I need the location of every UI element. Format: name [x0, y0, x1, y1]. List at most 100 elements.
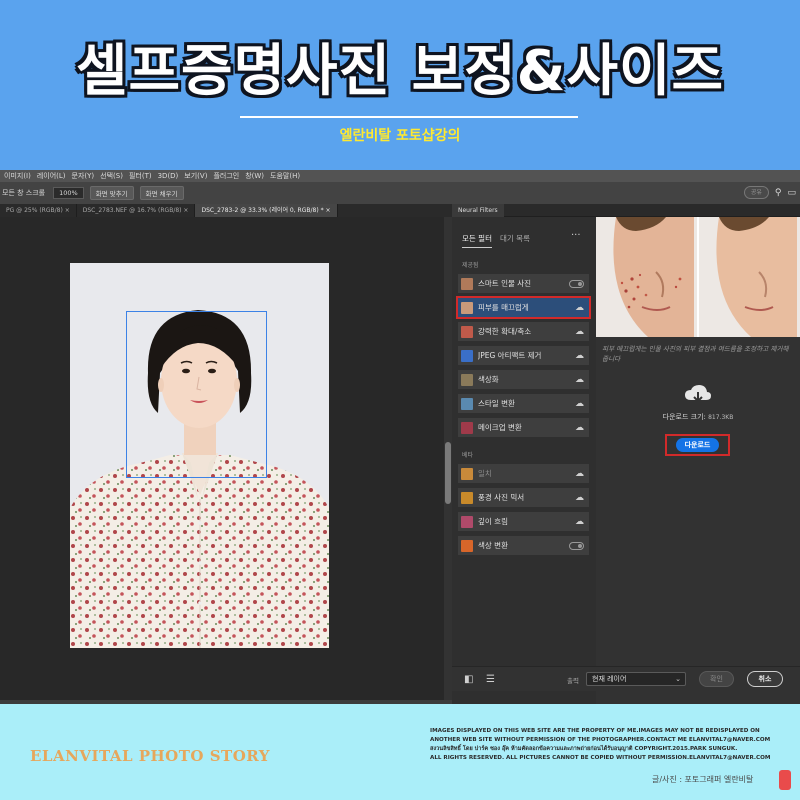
close-icon[interactable]: ×: [326, 207, 331, 214]
cloud-download-icon[interactable]: ☁: [575, 469, 584, 479]
zoom-percent-field[interactable]: 100%: [53, 187, 84, 199]
filter-list: 모든 필터 대기 목록 ··· 제공됨 스마트 인물 사진 피부를 매끄럽게 ☁…: [452, 217, 596, 704]
canvas-scroll-thumb[interactable]: [445, 442, 451, 504]
menu-type[interactable]: 문자(Y): [72, 170, 95, 182]
filter-item-label: 깊이 흐림: [478, 517, 508, 526]
fit-screen-button[interactable]: 화면 맞추기: [89, 186, 134, 200]
selection-rectangle[interactable]: [126, 311, 267, 478]
options-bar: 모든 창 스크롤 100% 화면 맞추기 화면 채우기 공유 ⚲ ▭: [0, 182, 800, 204]
filter-item-jpeg-artifacts[interactable]: JPEG 아티팩트 제거 ☁: [458, 346, 589, 365]
filter-description: 피부 매끄럽게는 인물 사진의 피부 결점과 여드름을 조정하고 제거해 줍니다: [602, 345, 789, 363]
cloud-download-icon[interactable]: ☁: [575, 327, 584, 337]
smart-portrait-icon: [461, 277, 473, 290]
filter-detail: 피부 매끄럽게는 인물 사진의 피부 결점과 여드름을 조정하고 제거해 줍니다…: [596, 217, 800, 704]
filter-item-label: JPEG 아티팩트 제거: [478, 351, 542, 360]
scroll-all-windows-option[interactable]: 모든 창 스크롤: [2, 188, 45, 198]
menu-plugins[interactable]: 플러그인: [213, 170, 239, 182]
download-size-label: 다운로드 크기:: [662, 413, 706, 421]
copyright-line: IMAGES DISPLAYED ON THIS WEB SITE ARE TH…: [430, 728, 760, 734]
copyright-notice: IMAGES DISPLAYED ON THIS WEB SITE ARE TH…: [430, 727, 798, 763]
output-select[interactable]: 현재 레이어 ⌄: [586, 672, 686, 686]
more-icon[interactable]: ···: [571, 230, 581, 241]
output-label: 출력: [567, 677, 579, 685]
download-button[interactable]: 다운로드: [675, 438, 720, 452]
landscape-mixer-icon: [461, 491, 473, 504]
fill-screen-button[interactable]: 화면 채우기: [139, 186, 184, 200]
search-icon[interactable]: ⚲: [775, 188, 782, 198]
filter-item-super-zoom[interactable]: 강력한 확대/축소 ☁: [458, 322, 589, 341]
workspace-icon[interactable]: ▭: [787, 188, 796, 198]
cloud-download-icon[interactable]: ☁: [575, 517, 584, 527]
cloud-download-icon[interactable]: ☁: [575, 423, 584, 433]
filter-item-style-transfer[interactable]: 스타일 변환 ☁: [458, 394, 589, 413]
tab-all-filters[interactable]: 모든 필터: [462, 233, 492, 248]
depth-blur-icon: [461, 515, 473, 528]
color-transfer-icon: [461, 539, 473, 552]
output-select-value: 현재 레이어: [592, 675, 627, 683]
filter-item-label: 색상화: [478, 375, 499, 384]
filter-tabs: 모든 필터 대기 목록: [462, 233, 530, 248]
filter-item-makeup-transfer[interactable]: 메이크업 변환 ☁: [458, 418, 589, 437]
download-size-value: 817.3KB: [708, 414, 734, 421]
cloud-download-icon[interactable]: ☁: [575, 399, 584, 409]
filter-item-smart-portrait[interactable]: 스마트 인물 사진: [458, 274, 589, 293]
skin-smoothing-icon: [461, 301, 473, 314]
tab-wait-list[interactable]: 대기 목록: [500, 233, 530, 248]
menu-image[interactable]: 이미지(I): [4, 170, 31, 182]
cloud-download-icon: [685, 385, 711, 403]
neural-filters-title: Neural Filters: [452, 204, 504, 217]
filter-item-label: 메이크업 변환: [478, 423, 522, 432]
menu-layer[interactable]: 레이어(L): [37, 170, 66, 182]
layers-icon[interactable]: ☰: [486, 674, 495, 685]
filter-item-label: 풍경 사진 믹서: [478, 493, 525, 502]
style-transfer-icon: [461, 397, 473, 410]
makeup-transfer-icon: [461, 421, 473, 434]
filter-item-skin-smoothing[interactable]: 피부를 매끄럽게 ☁: [456, 296, 591, 319]
harmonization-icon: [461, 467, 473, 480]
cloud-download-icon[interactable]: ☁: [575, 303, 584, 313]
menu-select[interactable]: 선택(S): [100, 170, 123, 182]
document-tab[interactable]: PG @ 25% (RGB/8) ×: [0, 204, 77, 217]
document-canvas[interactable]: [0, 217, 452, 700]
document-tab[interactable]: DSC_2783.NEF @ 16.7% (RGB/8) ×: [77, 204, 196, 217]
menu-view[interactable]: 보기(V): [184, 170, 207, 182]
filter-item-label: 피부를 매끄럽게: [478, 303, 529, 312]
preview-illustration: [596, 217, 800, 337]
show-preview-icon[interactable]: ◧: [464, 674, 473, 685]
filter-item-color-transfer[interactable]: 색상 변환: [458, 536, 589, 555]
filter-item-label: 강력한 확대/축소: [478, 327, 532, 336]
menu-bar: 이미지(I) 레이어(L) 문자(Y) 선택(S) 필터(T) 3D(D) 보기…: [0, 170, 800, 182]
footer: ELANVITAL PHOTO STORY IMAGES DISPLAYED O…: [0, 704, 800, 800]
cloud-download-icon[interactable]: ☁: [575, 375, 584, 385]
menu-window[interactable]: 창(W): [245, 170, 264, 182]
filter-item-landscape-mixer[interactable]: 풍경 사진 믹서 ☁: [458, 488, 589, 507]
banner-divider: [240, 116, 578, 118]
cloud-download-icon[interactable]: ☁: [575, 493, 584, 503]
menu-3d[interactable]: 3D(D): [158, 170, 179, 182]
share-button[interactable]: 공유: [743, 186, 769, 199]
close-icon[interactable]: ×: [65, 207, 70, 214]
filter-item-colorize[interactable]: 색상화 ☁: [458, 370, 589, 389]
colorize-icon: [461, 373, 473, 386]
ok-button[interactable]: 확인: [699, 671, 734, 687]
copyright-line: สงวนลิขสิทธิ์ โดย ปาร์ค ซอง อุ๊ค ห้ามคัด…: [430, 746, 738, 752]
menu-filter[interactable]: 필터(T): [129, 170, 152, 182]
download-size: 다운로드 크기: 817.3KB: [596, 412, 800, 422]
document-tab-active[interactable]: DSC_2783-2 @ 33.3% (레이어 0, RGB/8) * ×: [195, 204, 338, 217]
filter-item-harmonization[interactable]: 일치 ☁: [458, 464, 589, 483]
cloud-download-icon[interactable]: ☁: [575, 351, 584, 361]
menu-help[interactable]: 도움말(H): [270, 170, 300, 182]
photographer-credit: 글/사진 : 포토그래퍼 엘란비탈: [652, 775, 754, 784]
close-icon[interactable]: ×: [183, 207, 188, 214]
cancel-button[interactable]: 취소: [747, 671, 783, 687]
super-zoom-icon: [461, 325, 473, 338]
copyright-line: ALL RIGHTS RESERVED. ALL PICTURES CANNOT…: [430, 755, 771, 761]
section-featured: 제공됨: [462, 262, 479, 269]
toggle-switch[interactable]: [569, 279, 584, 288]
filter-item-depth-blur[interactable]: 깊이 흐림 ☁: [458, 512, 589, 531]
title-banner: 셀프증명사진 보정&사이즈 엘란비탈 포토샵강의: [0, 0, 800, 170]
filter-item-label: 스타일 변환: [478, 399, 515, 408]
toggle-switch[interactable]: [569, 541, 584, 550]
document-tab-label: DSC_2783-2 @ 33.3% (레이어 0, RGB/8) *: [201, 207, 324, 214]
panel-header: Neural Filters: [452, 204, 800, 217]
